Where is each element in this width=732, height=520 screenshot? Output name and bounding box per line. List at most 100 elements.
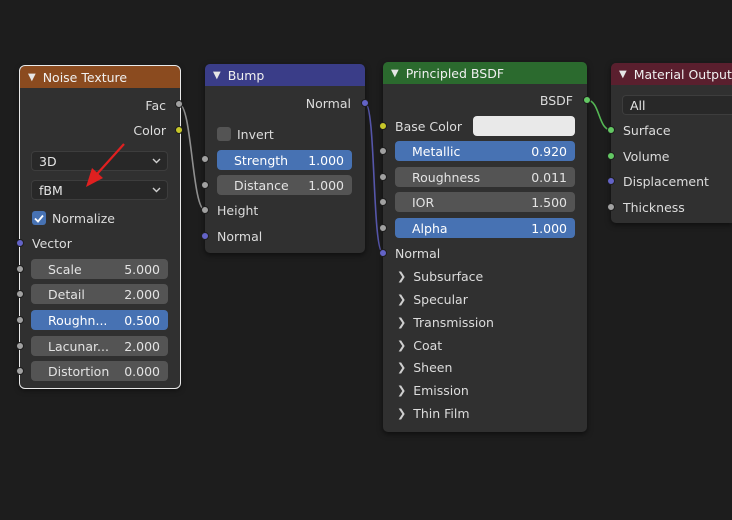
principled-bsdf-node[interactable]: ▼ Principled BSDF BSDF Base Color Metall… xyxy=(383,62,587,432)
volume-input-socket[interactable] xyxy=(607,152,615,160)
height-input-socket[interactable] xyxy=(201,206,209,214)
distance-input-socket[interactable] xyxy=(201,181,209,189)
lacunarity-input-socket[interactable] xyxy=(16,342,24,350)
roughness-label: Roughn... xyxy=(48,312,108,328)
thickness-input-row: Thickness xyxy=(611,196,732,218)
fac-label: Fac xyxy=(145,97,166,113)
base-color-swatch[interactable] xyxy=(473,116,575,136)
surface-label: Surface xyxy=(623,122,671,138)
noise-texture-node[interactable]: ▼ Noise Texture Fac Color 3D fBM Normali… xyxy=(19,65,181,389)
vector-label: Vector xyxy=(32,235,72,251)
ior-label: IOR xyxy=(412,194,435,210)
metallic-input-socket[interactable] xyxy=(379,147,387,155)
bump-normal-output-socket[interactable] xyxy=(361,99,369,107)
vector-input-socket[interactable] xyxy=(16,239,24,247)
ior-input-socket[interactable] xyxy=(379,198,387,206)
distortion-label: Distortion xyxy=(48,363,110,379)
roughness-input-socket[interactable] xyxy=(16,316,24,324)
panel-sheen[interactable]: ❯ Sheen xyxy=(397,356,452,378)
displacement-label: Displacement xyxy=(623,173,709,189)
strength-field[interactable]: Strength 1.000 xyxy=(217,150,352,170)
chevron-down-icon[interactable]: ▼ xyxy=(28,72,36,83)
color-output-socket[interactable] xyxy=(175,126,183,134)
render-target-dropdown[interactable]: All xyxy=(622,95,732,115)
detail-input-socket[interactable] xyxy=(16,290,24,298)
lacunarity-value: 2.000 xyxy=(124,338,160,354)
normal-output-row: Normal xyxy=(205,92,365,114)
distance-field[interactable]: Distance 1.000 xyxy=(217,175,352,195)
noise-type-value: fBM xyxy=(39,182,63,198)
node-title: Bump xyxy=(227,67,265,83)
node-title: Principled BSDF xyxy=(405,65,505,81)
detail-value: 2.000 xyxy=(124,286,160,302)
panel-label: Sheen xyxy=(413,359,453,375)
chevron-down-icon xyxy=(152,187,161,193)
chevron-down-icon[interactable]: ▼ xyxy=(619,69,627,80)
chevron-right-icon: ❯ xyxy=(397,406,407,420)
surface-input-socket[interactable] xyxy=(607,126,615,134)
detail-field[interactable]: Detail 2.000 xyxy=(31,284,168,304)
distortion-field[interactable]: Distortion 0.000 xyxy=(31,361,168,381)
dimensions-dropdown[interactable]: 3D xyxy=(31,151,168,171)
metallic-label: Metallic xyxy=(412,143,461,159)
scale-input-socket[interactable] xyxy=(16,265,24,273)
chevron-right-icon: ❯ xyxy=(397,292,407,306)
chevron-down-icon[interactable]: ▼ xyxy=(391,68,399,79)
bsdf-roughness-label: Roughness xyxy=(412,169,481,185)
node-title: Noise Texture xyxy=(42,69,128,85)
invert-checkbox[interactable] xyxy=(217,127,231,141)
panel-label: Thin Film xyxy=(413,405,470,421)
bsdf-output-socket[interactable] xyxy=(583,96,591,104)
bsdf-roughness-value: 0.011 xyxy=(531,169,567,185)
normalize-row[interactable]: Normalize xyxy=(20,207,180,229)
lacunarity-field[interactable]: Lacunar... 2.000 xyxy=(31,336,168,356)
alpha-field[interactable]: Alpha 1.000 xyxy=(395,218,575,238)
panel-label: Transmission xyxy=(413,314,494,330)
material-output-header[interactable]: ▼ Material Output xyxy=(611,63,732,85)
roughness-field[interactable]: Roughn... 0.500 xyxy=(31,310,168,330)
normal-input-label: Normal xyxy=(217,228,263,244)
chevron-right-icon: ❯ xyxy=(397,338,407,352)
distortion-value: 0.000 xyxy=(124,363,160,379)
fac-output-row: Fac xyxy=(20,94,180,116)
ior-field[interactable]: IOR 1.500 xyxy=(395,192,575,212)
normalize-checkbox[interactable] xyxy=(32,211,46,225)
panel-transmission[interactable]: ❯ Transmission xyxy=(397,311,494,333)
scale-value: 5.000 xyxy=(124,261,160,277)
distance-label: Distance xyxy=(234,177,289,193)
thickness-input-socket[interactable] xyxy=(607,203,615,211)
strength-input-socket[interactable] xyxy=(201,155,209,163)
principled-bsdf-header[interactable]: ▼ Principled BSDF xyxy=(383,62,587,84)
distortion-input-socket[interactable] xyxy=(16,367,24,375)
bump-normal-input-socket[interactable] xyxy=(201,232,209,240)
panel-coat[interactable]: ❯ Coat xyxy=(397,334,442,356)
displacement-input-socket[interactable] xyxy=(607,177,615,185)
normal-input-row: Normal xyxy=(205,225,365,247)
detail-label: Detail xyxy=(48,286,85,302)
scale-field[interactable]: Scale 5.000 xyxy=(31,259,168,279)
chevron-down-icon[interactable]: ▼ xyxy=(213,70,221,81)
base-color-label: Base Color xyxy=(395,118,463,134)
roughness-input-socket-bsdf[interactable] xyxy=(379,173,387,181)
link-bsdf-to-surface xyxy=(586,99,612,131)
bsdf-normal-label: Normal xyxy=(395,245,441,261)
fac-output-socket[interactable] xyxy=(175,100,183,108)
bump-header[interactable]: ▼ Bump xyxy=(205,64,365,86)
bsdf-roughness-field[interactable]: Roughness 0.011 xyxy=(395,167,575,187)
base-color-input-socket[interactable] xyxy=(379,122,387,130)
metallic-field[interactable]: Metallic 0.920 xyxy=(395,141,575,161)
panel-subsurface[interactable]: ❯ Subsurface xyxy=(397,265,483,287)
dimensions-value: 3D xyxy=(39,153,57,169)
bsdf-normal-input-socket[interactable] xyxy=(379,249,387,257)
panel-thin-film[interactable]: ❯ Thin Film xyxy=(397,402,470,424)
alpha-input-socket[interactable] xyxy=(379,224,387,232)
panel-specular[interactable]: ❯ Specular xyxy=(397,288,468,310)
invert-row[interactable]: Invert xyxy=(205,123,365,145)
chevron-down-icon xyxy=(152,158,161,164)
bump-node[interactable]: ▼ Bump Normal Invert Strength 1.000 Dist… xyxy=(205,64,365,253)
noise-type-dropdown[interactable]: fBM xyxy=(31,180,168,200)
material-output-node[interactable]: ▼ Material Output All Surface Volume Dis… xyxy=(611,63,732,223)
panel-emission[interactable]: ❯ Emission xyxy=(397,379,469,401)
noise-texture-header[interactable]: ▼ Noise Texture xyxy=(20,66,180,88)
alpha-value: 1.000 xyxy=(531,220,567,236)
